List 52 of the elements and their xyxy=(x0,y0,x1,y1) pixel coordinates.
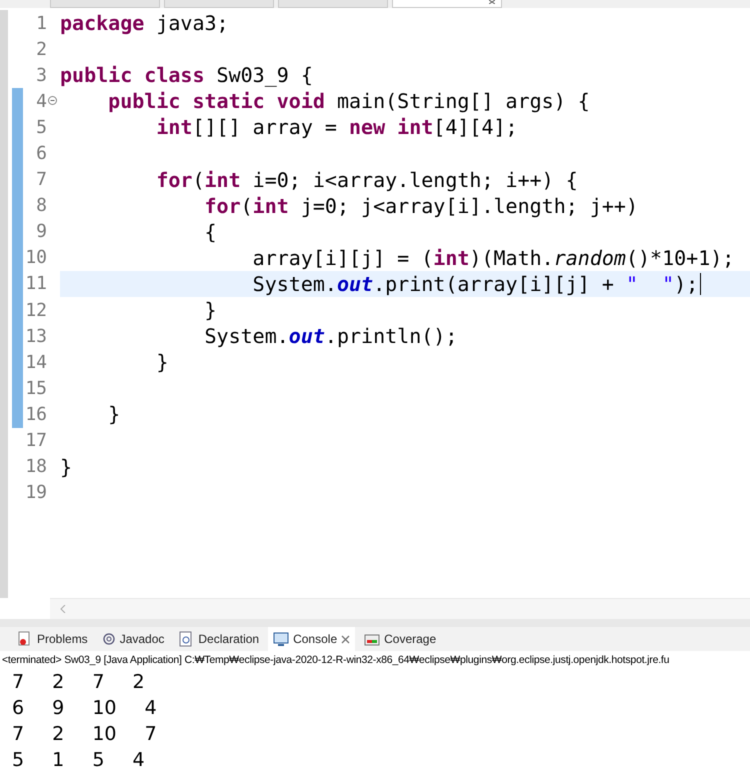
line-number: 15 xyxy=(24,378,47,399)
line-number: 4 xyxy=(35,90,47,112)
line-number: 14 xyxy=(24,352,47,373)
process-status: <terminated> Sw03_9 [Java Application] C:₩Temp₩eclipse-java-2020-12-R-win32-x86_64₩eclipse₩plugins₩org.eclipse.justj.openjdk.hotspot.jre.fu xyxy=(2,654,670,666)
view-tab[interactable]: Coverage xyxy=(359,627,442,651)
line-number: 19 xyxy=(24,482,47,504)
console-output-line: 5 1 5 4 xyxy=(11,748,145,773)
line-number: 10 xyxy=(24,247,47,268)
at-sign-icon xyxy=(102,632,116,646)
view-tab[interactable]: Declaration xyxy=(173,627,264,651)
monitor-icon xyxy=(273,631,290,647)
line-number: 8 xyxy=(35,195,47,216)
code-line: } xyxy=(203,298,217,322)
code-line: for(int i=0; i<array.length; i++) { xyxy=(155,168,578,192)
line-number: 3 xyxy=(35,64,47,86)
line-number: 9 xyxy=(35,221,47,242)
line-number: 17 xyxy=(24,430,47,452)
view-tab[interactable]: Console xyxy=(268,627,356,651)
code-line: } xyxy=(60,454,72,479)
line-number: 6 xyxy=(35,143,47,164)
line-number: 2 xyxy=(35,38,47,60)
collapse-icon[interactable] xyxy=(48,96,57,106)
line-number: 5 xyxy=(35,116,47,138)
view-tab[interactable]: Javadoc xyxy=(96,627,170,651)
horizontal-scrollbar[interactable] xyxy=(50,598,750,619)
code-line: public static void main(String[] args) { xyxy=(107,89,590,114)
code-line: System.out.println(); xyxy=(203,324,458,348)
code-line: for(int j=0; j<array[i].length; j++) xyxy=(203,194,638,218)
document-icon xyxy=(178,631,194,647)
code-line: } xyxy=(155,350,168,374)
close-icon[interactable] xyxy=(341,634,350,644)
line-number: 11 xyxy=(24,273,47,294)
console-output-line: 7 2 7 2 xyxy=(11,670,145,695)
console-output-line: 7 2 10 7 xyxy=(11,722,157,747)
code-line: int[][] array = new int[4][4]; xyxy=(155,115,518,140)
line-number: 18 xyxy=(24,456,47,478)
text-cursor xyxy=(700,272,702,295)
line-number: 7 xyxy=(35,169,47,190)
code-line: package java3; xyxy=(60,11,229,36)
code-line: array[i][j] = (int)(Math.random()*10+1); xyxy=(252,246,734,270)
view-tab[interactable]: Problems xyxy=(12,627,93,651)
code-line: } xyxy=(107,402,120,426)
scroll-left-icon[interactable] xyxy=(60,605,66,613)
code-line: public class Sw03_9 { xyxy=(60,63,313,88)
line-number: 13 xyxy=(24,326,47,347)
code-line: { xyxy=(203,220,217,244)
line-number: 12 xyxy=(24,300,47,321)
line-number: 16 xyxy=(24,404,47,425)
console-output-line: 6 9 10 4 xyxy=(11,696,157,721)
code-line: System.out.print(array[i][j] + " "); xyxy=(252,272,698,296)
close-icon[interactable] xyxy=(489,0,495,4)
line-number: 1 xyxy=(35,12,47,34)
